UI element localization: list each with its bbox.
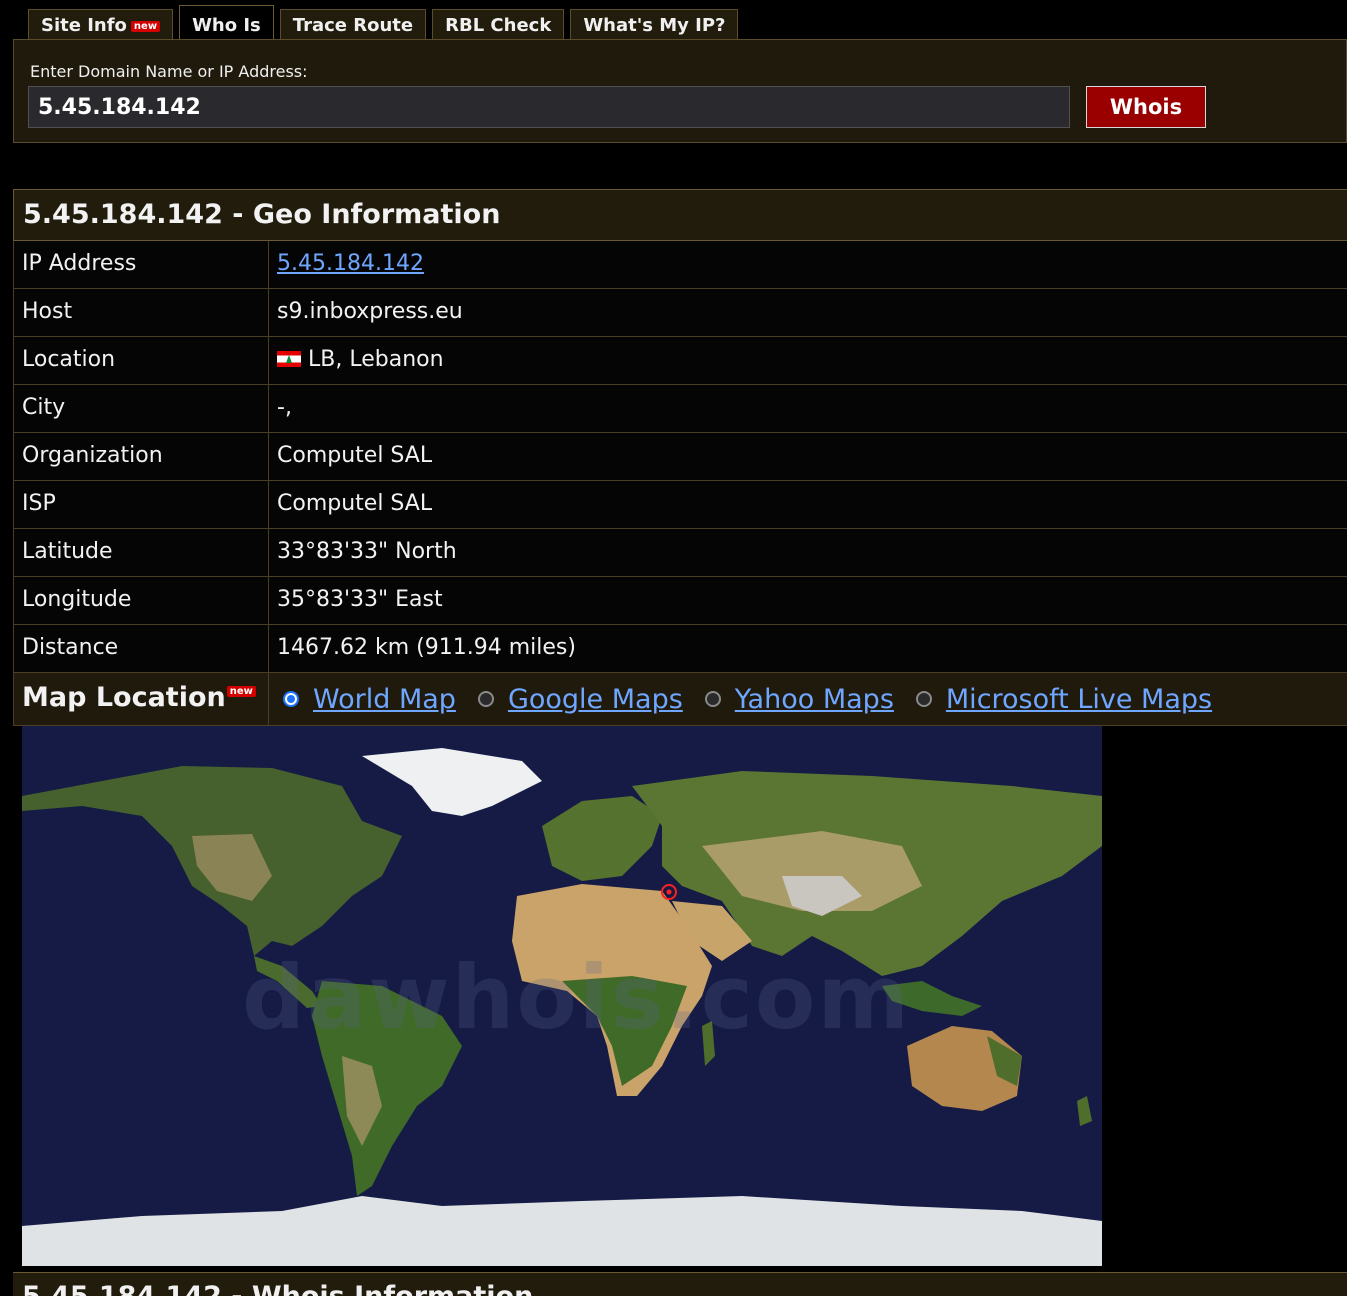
organization-value: Computel SAL: [277, 443, 433, 468]
table-row: Host s9.inboxpress.eu: [13, 289, 1347, 337]
tab-whats-my-ip[interactable]: What's My IP?: [570, 9, 739, 40]
domain-input[interactable]: [28, 86, 1070, 128]
isp-value: Computel SAL: [277, 491, 433, 516]
longitude-value: 35°83'33" East: [277, 587, 443, 612]
tab-site-info-label: Site Info: [41, 15, 127, 36]
distance-key: Distance: [13, 625, 269, 672]
ip-address-link[interactable]: 5.45.184.142: [277, 251, 424, 276]
longitude-key: Longitude: [13, 577, 269, 624]
world-map[interactable]: dawhois.com: [22, 726, 1102, 1266]
distance-value: 1467.62 km (911.94 miles): [277, 635, 576, 660]
latitude-key: Latitude: [13, 529, 269, 576]
table-row: Location LB, Lebanon: [13, 337, 1347, 385]
tab-site-info[interactable]: Site Info new: [28, 9, 174, 40]
tab-who-is-label: Who Is: [192, 15, 261, 36]
city-key: City: [13, 385, 269, 432]
map-location-label: Map Location: [22, 682, 226, 713]
table-row: Longitude 35°83'33" East: [13, 577, 1347, 625]
map-provider-options: World Map Google Maps Yahoo Maps Microso…: [269, 673, 1347, 725]
host-key: Host: [13, 289, 269, 336]
isp-key: ISP: [13, 481, 269, 528]
search-panel: Enter Domain Name or IP Address: Whois: [13, 39, 1347, 143]
microsoft-live-maps-link[interactable]: Microsoft Live Maps: [946, 684, 1212, 715]
ip-address-key: IP Address: [13, 241, 269, 288]
location-value: LB, Lebanon: [308, 347, 444, 372]
whois-info-title: 5.45.184.142 - Whois Information: [22, 1281, 533, 1296]
table-row: City -,: [13, 385, 1347, 433]
host-value: s9.inboxpress.eu: [277, 299, 463, 324]
world-map-link[interactable]: World Map: [313, 684, 456, 715]
table-row: Organization Computel SAL: [13, 433, 1347, 481]
location-key: Location: [13, 337, 269, 384]
whois-button[interactable]: Whois: [1086, 86, 1206, 128]
new-badge: new: [130, 20, 161, 32]
search-label: Enter Domain Name or IP Address:: [30, 62, 308, 81]
tab-bar: Site Info new Who Is Trace Route RBL Chec…: [28, 5, 739, 46]
tab-trace-route[interactable]: Trace Route: [279, 9, 427, 40]
microsoft-live-maps-radio[interactable]: [915, 691, 932, 707]
geo-info-table: 5.45.184.142 - Geo Information IP Addres…: [13, 189, 1347, 726]
organization-key: Organization: [13, 433, 269, 480]
yahoo-maps-option[interactable]: Yahoo Maps: [704, 684, 894, 715]
map-watermark: dawhois.com: [242, 946, 912, 1049]
world-map-option[interactable]: World Map: [283, 684, 456, 715]
city-value: -,: [277, 395, 292, 420]
table-row: Distance 1467.62 km (911.94 miles): [13, 625, 1347, 673]
tab-rbl-check-label: RBL Check: [445, 15, 552, 36]
new-badge: new: [226, 686, 256, 697]
google-maps-radio[interactable]: [477, 691, 494, 707]
google-maps-link[interactable]: Google Maps: [508, 684, 683, 715]
latitude-value: 33°83'33" North: [277, 539, 457, 564]
lebanon-flag-icon: [277, 351, 301, 367]
table-row: ISP Computel SAL: [13, 481, 1347, 529]
table-row: IP Address 5.45.184.142: [13, 241, 1347, 289]
whois-info-header: 5.45.184.142 - Whois Information: [13, 1272, 1347, 1296]
map-location-row: Map Location new World Map Google Maps Ya…: [13, 673, 1347, 726]
tab-whats-my-ip-label: What's My IP?: [583, 15, 726, 36]
yahoo-maps-radio[interactable]: [704, 691, 721, 707]
yahoo-maps-link[interactable]: Yahoo Maps: [735, 684, 894, 715]
microsoft-live-maps-option[interactable]: Microsoft Live Maps: [915, 684, 1212, 715]
google-maps-option[interactable]: Google Maps: [477, 684, 683, 715]
tab-trace-route-label: Trace Route: [292, 15, 414, 36]
table-row: Latitude 33°83'33" North: [13, 529, 1347, 577]
world-map-radio[interactable]: [283, 691, 299, 707]
geo-info-title: 5.45.184.142 - Geo Information: [13, 190, 1347, 241]
tab-rbl-check[interactable]: RBL Check: [432, 9, 565, 40]
